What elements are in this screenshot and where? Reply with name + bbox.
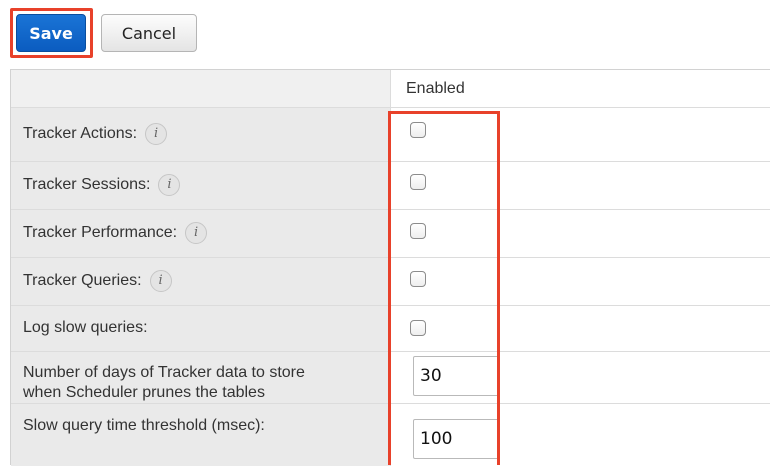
slow-query-threshold-label: Slow query time threshold (msec): bbox=[23, 417, 265, 434]
enabled-column-header: Enabled bbox=[406, 80, 465, 97]
tracker-performance-label: Tracker Performance: i bbox=[23, 222, 208, 244]
save-button[interactable]: Save bbox=[16, 14, 86, 52]
label-column-header bbox=[11, 70, 390, 108]
info-icon[interactable]: i bbox=[185, 222, 208, 244]
info-icon[interactable]: i bbox=[158, 174, 181, 196]
tracker-queries-label: Tracker Queries: i bbox=[23, 270, 172, 292]
divider bbox=[11, 107, 770, 108]
days-to-store-label: Number of days of Tracker data to store … bbox=[23, 364, 305, 401]
cancel-button[interactable]: Cancel bbox=[101, 14, 197, 52]
info-icon[interactable]: i bbox=[145, 123, 168, 145]
log-slow-queries-label: Log slow queries: bbox=[23, 319, 148, 336]
toolbar: Save Cancel bbox=[0, 0, 770, 60]
tracker-sessions-label: Tracker Sessions: i bbox=[23, 174, 181, 196]
enabled-column-highlight bbox=[388, 111, 500, 465]
info-icon[interactable]: i bbox=[149, 270, 172, 292]
tracker-actions-label: Tracker Actions: i bbox=[23, 123, 168, 145]
